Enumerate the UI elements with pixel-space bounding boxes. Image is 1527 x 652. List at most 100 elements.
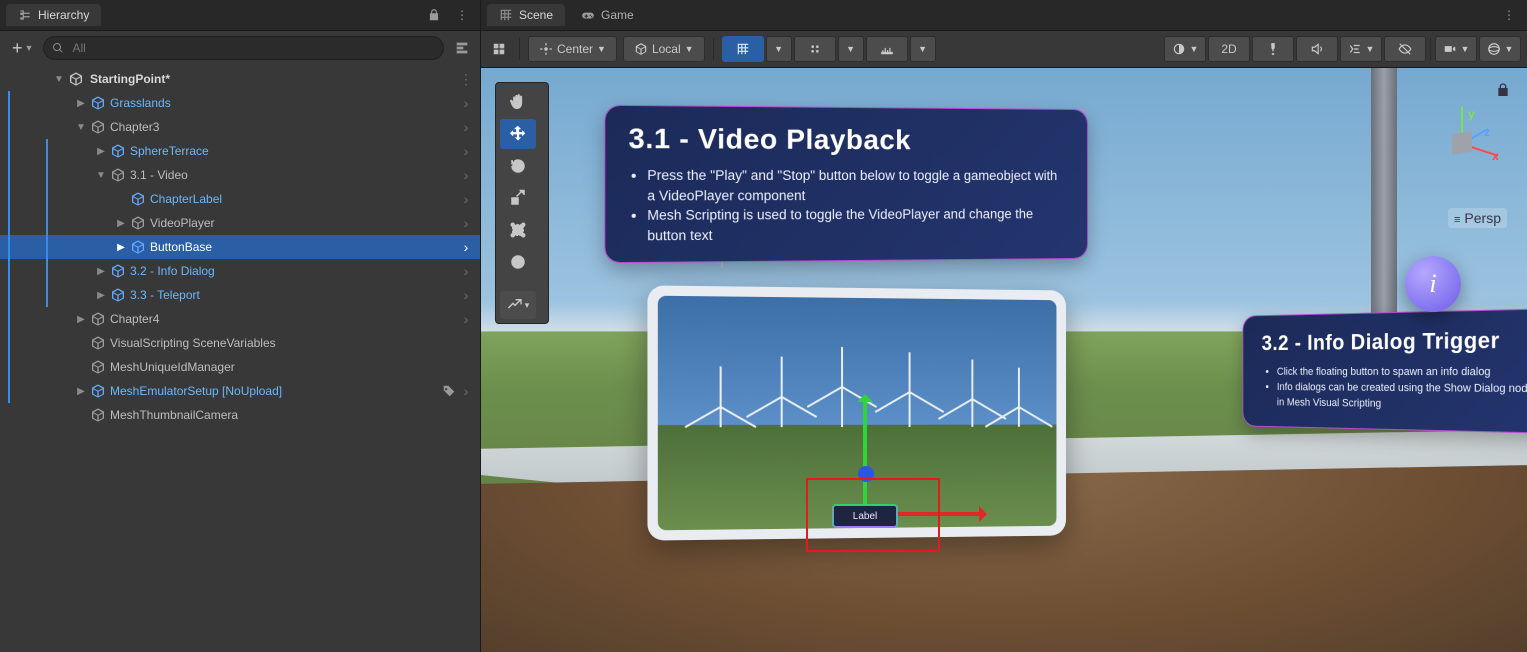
hierarchy-item-label: MeshUniqueIdManager: [110, 360, 474, 374]
expand-toggle[interactable]: ▶: [74, 98, 88, 109]
grid-toggle[interactable]: [722, 36, 764, 62]
tab-game[interactable]: Game: [569, 4, 646, 26]
hierarchy-item-muid[interactable]: MeshUniqueIdManager: [0, 355, 480, 379]
scene-panel: Scene Game ⋮ Center ▼ Local ▼: [481, 0, 1527, 652]
scene-row[interactable]: ▼ StartingPoint* ⋮: [0, 67, 480, 91]
rect-tool[interactable]: [500, 215, 536, 245]
hierarchy-item-chapter4[interactable]: ▶ Chapter4›: [0, 307, 480, 331]
search-input[interactable]: [70, 40, 435, 56]
hierarchy-item-32info[interactable]: ▶3.2 - Info Dialog›: [0, 259, 480, 283]
expand-toggle[interactable]: ▶: [114, 242, 128, 253]
hierarchy-item-31video[interactable]: ▼3.1 - Video›: [0, 163, 480, 187]
pivot-label: Center: [557, 42, 593, 56]
snap-toggle[interactable]: [794, 36, 836, 62]
hierarchy-item-mtc[interactable]: MeshThumbnailCamera: [0, 403, 480, 427]
chevron-right-icon[interactable]: ›: [458, 143, 474, 159]
orientation-gizmo[interactable]: x y z: [1417, 98, 1507, 188]
chevron-right-icon[interactable]: ›: [458, 95, 474, 111]
expand-toggle[interactable]: ▶: [114, 218, 128, 229]
expand-toggle[interactable]: ▶: [94, 146, 108, 157]
audio-toggle[interactable]: [1296, 36, 1338, 62]
scale-tool[interactable]: [500, 183, 536, 213]
kebab-icon[interactable]: ⋮: [450, 3, 474, 27]
hierarchy-item-chapterlabel[interactable]: ChapterLabel›: [0, 187, 480, 211]
toolbar-left-icon[interactable]: [487, 37, 511, 61]
expand-toggle[interactable]: ▶: [74, 314, 88, 325]
fx-toggle[interactable]: ▼: [1340, 36, 1382, 62]
increment-snap[interactable]: [866, 36, 908, 62]
chevron-right-icon[interactable]: ›: [458, 383, 474, 399]
expand-toggle[interactable]: ▼: [74, 122, 88, 133]
tab-hierarchy-label: Hierarchy: [38, 8, 89, 22]
search-field[interactable]: [43, 36, 444, 60]
snap-dropdown[interactable]: ▼: [838, 36, 864, 62]
hierarchy-item-chapter3[interactable]: ▼ Chapter3›: [0, 115, 480, 139]
lock-icon[interactable]: [422, 3, 446, 27]
hierarchy-item-label: 3.3 - Teleport: [130, 288, 458, 302]
hierarchy-item-label: ChapterLabel: [150, 192, 458, 206]
tab-hierarchy[interactable]: Hierarchy: [6, 4, 101, 26]
lighting-toggle[interactable]: [1252, 36, 1294, 62]
hierarchy-item-mes[interactable]: ▶MeshEmulatorSetup [NoUpload]›: [0, 379, 480, 403]
search-mode-icon[interactable]: [450, 36, 474, 60]
hierarchy-item-label: Grasslands: [110, 96, 458, 110]
chevron-right-icon[interactable]: ›: [458, 263, 474, 279]
transform-tool[interactable]: [500, 247, 536, 277]
hand-tool[interactable]: [500, 87, 536, 117]
increment-dropdown[interactable]: ▼: [910, 36, 936, 62]
hierarchy-item-videoplayer[interactable]: ▶ VideoPlayer›: [0, 211, 480, 235]
panel-3-1-bullet: Press the "Play" and "Stop" button below…: [647, 166, 1066, 206]
grid-dropdown[interactable]: ▼: [766, 36, 792, 62]
chevron-right-icon[interactable]: ›: [458, 191, 474, 207]
expand-toggle[interactable]: ▶: [94, 266, 108, 277]
expand-toggle[interactable]: ▶: [74, 386, 88, 397]
hierarchy-tree[interactable]: ▼ StartingPoint* ⋮ ▶Grasslands›▼Chapter3…: [0, 65, 480, 648]
pivot-dropdown[interactable]: Center ▼: [528, 36, 617, 62]
gameobject-icon: [90, 311, 106, 327]
kebab-icon[interactable]: ⋮: [1497, 3, 1521, 27]
gameobject-icon: [90, 407, 106, 423]
hierarchy-item-label: Chapter3: [110, 120, 458, 134]
hierarchy-item-grasslands[interactable]: ▶ Grasslands›: [0, 91, 480, 115]
shading-dropdown[interactable]: ▼: [1164, 36, 1206, 62]
expand-toggle[interactable]: ▶: [94, 290, 108, 301]
add-button[interactable]: + ▼: [8, 39, 37, 57]
hidden-toggle[interactable]: [1384, 36, 1426, 62]
scene-menu-icon[interactable]: ⋮: [458, 71, 474, 88]
center-icon: [539, 42, 553, 56]
hierarchy-item-buttonbase[interactable]: ▶ ButtonBase›: [0, 235, 480, 259]
gameobject-icon: [90, 119, 106, 135]
camera-dropdown[interactable]: ▼: [1435, 36, 1477, 62]
gameobject-icon: [110, 287, 126, 303]
move-tool[interactable]: [500, 119, 536, 149]
panel-3-2-bullet: Info dialogs can be created using the Sh…: [1277, 380, 1527, 415]
panel-3-2: 3.2 - Info Dialog Trigger Click the floa…: [1243, 309, 1527, 433]
gameobject-icon: [90, 95, 106, 111]
gizmos-dropdown[interactable]: ▼: [1479, 36, 1521, 62]
hierarchy-item-label: VideoPlayer: [150, 216, 458, 230]
projection-label[interactable]: ≡Persp: [1448, 208, 1507, 228]
rotate-tool[interactable]: [500, 151, 536, 181]
chevron-right-icon[interactable]: ›: [458, 311, 474, 327]
buttonbase-3d[interactable]: Label: [833, 505, 897, 527]
gameobject-icon: [130, 215, 146, 231]
view-options-group: ▼ 2D ▼ ▼ ▼: [1164, 36, 1521, 62]
chevron-right-icon[interactable]: ›: [458, 239, 474, 255]
scene-name: StartingPoint*: [90, 72, 458, 86]
scene-viewport[interactable]: 3.1 - Video Playback Press the "Play" an…: [481, 68, 1527, 652]
chevron-right-icon[interactable]: ›: [458, 287, 474, 303]
hierarchy-item-33tele[interactable]: ▶ 3.3 - Teleport›: [0, 283, 480, 307]
2d-toggle[interactable]: 2D: [1208, 36, 1250, 62]
tab-scene[interactable]: Scene: [487, 4, 565, 26]
hierarchy-item-label: Chapter4: [110, 312, 458, 326]
info-dialog-trigger[interactable]: i: [1405, 256, 1461, 312]
chevron-right-icon[interactable]: ›: [458, 119, 474, 135]
hierarchy-item-label: ButtonBase: [150, 240, 458, 254]
hierarchy-item-sphereterrace[interactable]: ▶SphereTerrace›: [0, 139, 480, 163]
handle-dropdown[interactable]: Local ▼: [623, 36, 705, 62]
expand-toggle[interactable]: ▼: [94, 170, 108, 181]
chevron-right-icon[interactable]: ›: [458, 215, 474, 231]
chevron-right-icon[interactable]: ›: [458, 167, 474, 183]
hierarchy-item-vssv[interactable]: VisualScripting SceneVariables: [0, 331, 480, 355]
custom-tools-dropdown[interactable]: ▾: [500, 291, 536, 319]
